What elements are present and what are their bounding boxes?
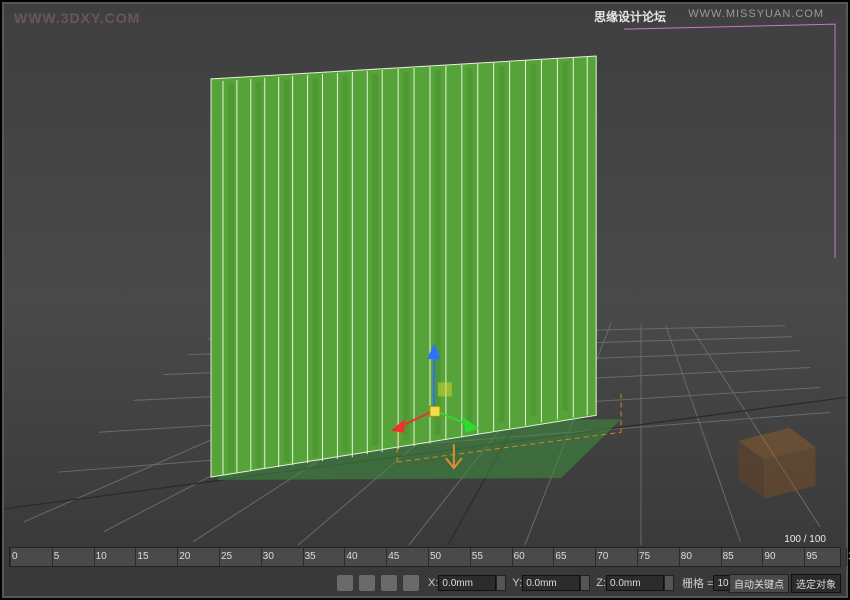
z-label: Z: xyxy=(596,577,606,589)
timeline-tick-label: 40 xyxy=(346,551,357,562)
frame-indicator: 100 / 100 xyxy=(784,534,826,545)
timeline-tick-label: 75 xyxy=(639,551,650,562)
z-input[interactable] xyxy=(606,575,664,591)
timeline-tick-label: 50 xyxy=(430,551,441,562)
timeline-tick-label: 55 xyxy=(472,551,483,562)
timeline-tick-label: 0 xyxy=(12,551,18,562)
timeline-tick-label: 15 xyxy=(137,551,148,562)
bottom-panel: 0510152025303540455055606570758085909510… xyxy=(4,545,846,596)
snap-angle-icon[interactable] xyxy=(381,575,397,591)
grid-label: 栅格 = xyxy=(682,575,713,591)
y-input[interactable] xyxy=(522,575,580,591)
timeline-tick-label: 10 xyxy=(96,551,107,562)
safe-frame xyxy=(624,24,835,258)
z-spinner[interactable] xyxy=(664,575,674,591)
x-label: X: xyxy=(428,577,438,589)
timeline-tick-label: 90 xyxy=(764,551,775,562)
app-frame: WWW.3DXY.COM 思缘设计论坛 WWW.MISSYUAN.COM 0 5 1… xyxy=(0,0,850,600)
timeline-tick-label: 35 xyxy=(305,551,316,562)
y-label: Y: xyxy=(512,577,522,589)
x-input[interactable] xyxy=(438,575,496,591)
timeline-tick-label: 70 xyxy=(597,551,608,562)
lock-icon[interactable] xyxy=(337,575,353,591)
timeline-ticks: 0510152025303540455055606570758085909510… xyxy=(10,548,840,566)
timeline-tick-label: 80 xyxy=(681,551,692,562)
timeline-tick-label: 20 xyxy=(179,551,190,562)
timeline-tick-label: 30 xyxy=(263,551,274,562)
snap-selection-icon[interactable] xyxy=(359,575,375,591)
timeline-tick-label: 5 xyxy=(54,551,60,562)
time-slider[interactable]: 0510152025303540455055606570758085909510… xyxy=(9,547,841,567)
watermark-center: 思缘设计论坛 xyxy=(594,8,666,25)
autokey-button[interactable]: 自动关键点 xyxy=(729,574,789,593)
key-target-dropdown[interactable]: 选定对象 xyxy=(791,574,841,593)
isolate-icon[interactable] xyxy=(403,575,419,591)
y-spinner[interactable] xyxy=(580,575,590,591)
timeline-tick-label: 45 xyxy=(388,551,399,562)
timeline-tick-label: 95 xyxy=(806,551,817,562)
x-spinner[interactable] xyxy=(496,575,506,591)
status-bar: X: Y: Z: 栅格 = 自动关键点 选定对象 xyxy=(4,570,846,596)
watermark-left: WWW.3DXY.COM xyxy=(14,10,140,26)
perspective-viewport[interactable]: WWW.3DXY.COM 思缘设计论坛 WWW.MISSYUAN.COM xyxy=(4,4,846,545)
timeline-tick-label: 85 xyxy=(723,551,734,562)
watermark-right: WWW.MISSYUAN.COM xyxy=(688,8,824,20)
timeline-tick-label: 65 xyxy=(555,551,566,562)
timeline-tick-label: 60 xyxy=(514,551,525,562)
timeline-tick-label: 25 xyxy=(221,551,232,562)
cube-watermark-icon xyxy=(694,415,834,505)
